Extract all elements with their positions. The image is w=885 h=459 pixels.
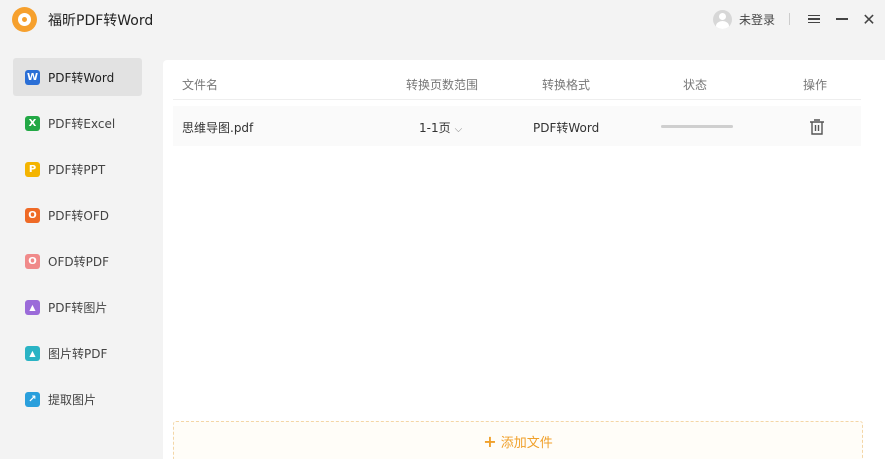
close-icon[interactable]: ✕ (860, 9, 878, 29)
avatar-icon (713, 10, 732, 29)
sidebar-item-pdf-to-image[interactable]: ▲ PDF转图片 (13, 288, 142, 326)
sidebar-item-pdf-to-word[interactable]: W PDF转Word (13, 58, 142, 96)
sidebar-item-extract-image[interactable]: ↗ 提取图片 (13, 380, 142, 418)
sidebar: W PDF转Word X PDF转Excel P PDF转PPT O PDF转O… (0, 58, 155, 426)
app-logo-icon (12, 7, 37, 32)
word-icon: W (25, 69, 40, 85)
column-header-filename: 文件名 (182, 78, 219, 92)
extract-image-icon: ↗ (25, 391, 40, 407)
divider (789, 13, 790, 25)
delete-button[interactable] (809, 118, 825, 136)
sidebar-item-pdf-to-ofd[interactable]: O PDF转OFD (13, 196, 142, 234)
column-header-status: 状态 (683, 78, 708, 92)
ppt-icon: P (25, 161, 40, 177)
sidebar-item-pdf-to-ppt[interactable]: P PDF转PPT (13, 150, 142, 188)
trash-icon (810, 119, 824, 135)
ofd-icon: O (25, 207, 40, 223)
add-file-button[interactable]: + 添加文件 (173, 421, 863, 459)
sidebar-item-pdf-to-excel[interactable]: X PDF转Excel (13, 104, 142, 142)
sidebar-item-label: PDF转Excel (48, 116, 116, 131)
page-range-select[interactable]: 1-1页 ⌵ (419, 119, 462, 136)
progress-bar (661, 125, 733, 128)
sidebar-item-label: 图片转PDF (48, 346, 108, 361)
table-header: 文件名 转换页数范围 转换格式 状态 操作 (173, 60, 861, 100)
minimize-icon[interactable] (833, 9, 851, 29)
sidebar-item-label: PDF转图片 (48, 300, 108, 315)
sidebar-item-label: OFD转PDF (48, 254, 109, 269)
column-header-format: 转换格式 (542, 78, 591, 92)
column-header-page-range: 转换页数范围 (406, 78, 479, 92)
format-value: PDF转Word (533, 121, 600, 135)
app-title: 福昕PDF转Word (48, 13, 154, 29)
sidebar-item-label: PDF转OFD (48, 208, 109, 223)
pdf-to-image-icon: ▲ (25, 299, 40, 315)
file-list-panel: 文件名 转换页数范围 转换格式 状态 操作 思维导图.pdf 1-1页 ⌵ PDF… (163, 60, 885, 459)
plus-icon: + (483, 431, 497, 451)
menu-icon[interactable] (805, 9, 823, 29)
sidebar-item-label: PDF转Word (48, 70, 115, 85)
image-to-pdf-icon: ▲ (25, 345, 40, 361)
sidebar-item-image-to-pdf[interactable]: ▲ 图片转PDF (13, 334, 142, 372)
table-row: 思维导图.pdf 1-1页 ⌵ PDF转Word (173, 106, 861, 146)
column-header-action: 操作 (803, 78, 828, 92)
chevron-down-icon: ⌵ (454, 124, 463, 135)
title-bar: 福昕PDF转Word 未登录 ✕ (0, 0, 885, 40)
ofd-to-pdf-icon: O (25, 253, 40, 269)
login-button[interactable]: 未登录 (713, 10, 775, 29)
progress-fill (661, 125, 733, 128)
page-range-value: 1-1页 (419, 121, 451, 135)
sidebar-item-label: PDF转PPT (48, 162, 106, 177)
add-file-label: 添加文件 (500, 435, 553, 451)
excel-icon: X (25, 115, 40, 131)
sidebar-item-ofd-to-pdf[interactable]: O OFD转PDF (13, 242, 142, 280)
file-name: 思维导图.pdf (182, 121, 254, 135)
sidebar-item-label: 提取图片 (48, 392, 97, 407)
login-label: 未登录 (739, 13, 776, 27)
